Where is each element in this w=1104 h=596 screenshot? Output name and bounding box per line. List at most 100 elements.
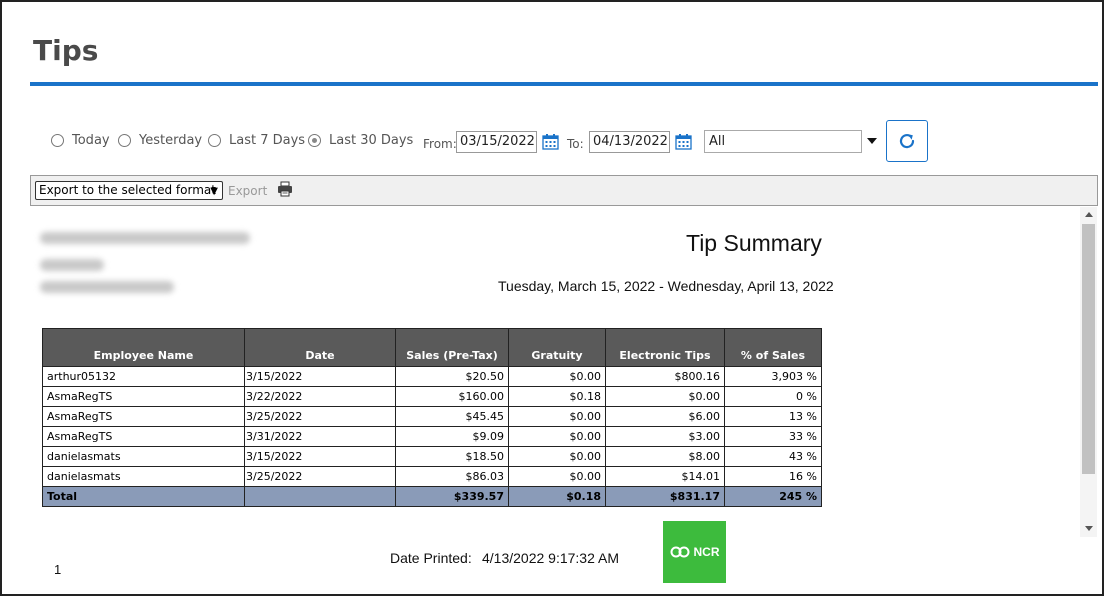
- percent-sales-cell: 0 %: [724, 386, 822, 407]
- gratuity-cell: $0.00: [508, 406, 606, 427]
- gratuity-cell: $0.00: [508, 466, 606, 487]
- calendar-icon[interactable]: [675, 133, 692, 150]
- total-sales-cell: $339.57: [395, 486, 509, 507]
- sales-cell: $45.45: [395, 406, 509, 427]
- chevron-down-icon: ▼: [210, 186, 218, 197]
- table-row: arthur05132 3/15/2022 $20.50 $0.00 $800.…: [42, 366, 822, 387]
- blurred-city-line: [40, 281, 174, 293]
- employee-cell: AsmaRegTS: [42, 406, 245, 427]
- percent-sales-cell: 16 %: [724, 466, 822, 487]
- chevron-down-icon[interactable]: [867, 138, 877, 144]
- refresh-button[interactable]: [886, 120, 928, 162]
- radio-label: Last 30 Days: [329, 133, 414, 148]
- radio-circle[interactable]: [118, 134, 131, 147]
- radio-last-30-days[interactable]: Last 30 Days: [308, 133, 413, 148]
- radio-yesterday[interactable]: Yesterday: [118, 133, 202, 148]
- column-header: Employee Name: [42, 328, 245, 367]
- scroll-up-arrow-icon[interactable]: [1085, 212, 1093, 217]
- calendar-icon[interactable]: [542, 133, 559, 150]
- print-icon[interactable]: [277, 181, 293, 197]
- radio-label: Last 7 Days: [229, 133, 306, 148]
- radio-circle[interactable]: [308, 134, 321, 147]
- column-header: Electronic Tips: [605, 328, 725, 367]
- report-toolbar: Export to the selected format ▼ Export: [30, 175, 1098, 206]
- gratuity-cell: $0.00: [508, 366, 606, 387]
- title-divider: [30, 82, 1098, 86]
- sales-cell: $160.00: [395, 386, 509, 407]
- scrollbar-thumb[interactable]: [1082, 224, 1095, 474]
- vertical-scrollbar[interactable]: [1080, 207, 1097, 537]
- percent-sales-cell: 33 %: [724, 426, 822, 447]
- page-title: Tips: [33, 34, 99, 67]
- radio-last-7-days[interactable]: Last 7 Days: [208, 133, 305, 148]
- total-gratuity-cell: $0.18: [508, 486, 606, 507]
- date-cell: 3/25/2022: [244, 466, 396, 487]
- electronic-tips-cell: $800.16: [605, 366, 725, 387]
- column-header: Gratuity: [508, 328, 606, 367]
- export-format-select[interactable]: Export to the selected format ▼: [35, 181, 223, 200]
- total-date-cell: [244, 486, 396, 507]
- date-cell: 3/15/2022: [244, 366, 396, 387]
- ncr-logo-mark-icon: [670, 546, 689, 558]
- table-row: danielasmats 3/15/2022 $18.50 $0.00 $8.0…: [42, 446, 822, 467]
- date-printed-value: 4/13/2022 9:17:32 AM: [482, 550, 619, 566]
- table-row: danielasmats 3/25/2022 $86.03 $0.00 $14.…: [42, 466, 822, 487]
- from-label: From:: [423, 137, 457, 151]
- table-header-row: Employee Name Date Sales (Pre-Tax) Gratu…: [42, 328, 822, 367]
- gratuity-cell: $0.00: [508, 426, 606, 447]
- ncr-logo-text: NCR: [693, 545, 720, 559]
- date-cell: 3/31/2022: [244, 426, 396, 447]
- radio-label: Yesterday: [139, 133, 203, 148]
- from-date-input[interactable]: 03/15/2022: [456, 131, 537, 153]
- export-format-value: Export to the selected format: [39, 183, 216, 197]
- scroll-down-arrow-icon[interactable]: [1085, 526, 1093, 531]
- blurred-address-line: [40, 259, 104, 271]
- electronic-tips-cell: $8.00: [605, 446, 725, 467]
- total-electronic-tips-cell: $831.17: [605, 486, 725, 507]
- to-date-input[interactable]: 04/13/2022: [589, 131, 670, 153]
- table-row: AsmaRegTS 3/22/2022 $160.00 $0.18 $0.00 …: [42, 386, 822, 407]
- percent-sales-cell: 13 %: [724, 406, 822, 427]
- employee-cell: AsmaRegTS: [42, 426, 245, 447]
- table-row: AsmaRegTS 3/25/2022 $45.45 $0.00 $6.00 1…: [42, 406, 822, 427]
- to-label: To:: [567, 137, 584, 151]
- electronic-tips-cell: $6.00: [605, 406, 725, 427]
- export-link[interactable]: Export: [228, 184, 267, 198]
- column-header: Date: [244, 328, 396, 367]
- sales-cell: $18.50: [395, 446, 509, 467]
- gratuity-cell: $0.00: [508, 446, 606, 467]
- filter-select[interactable]: All: [704, 130, 862, 153]
- electronic-tips-cell: $14.01: [605, 466, 725, 487]
- employee-cell: danielasmats: [42, 466, 245, 487]
- radio-circle[interactable]: [51, 134, 64, 147]
- percent-sales-cell: 43 %: [724, 446, 822, 467]
- page-number: 1: [54, 562, 62, 577]
- electronic-tips-cell: $0.00: [605, 386, 725, 407]
- electronic-tips-cell: $3.00: [605, 426, 725, 447]
- ncr-logo: NCR: [663, 521, 726, 583]
- total-row: Total $339.57 $0.18 $831.17 245 %: [42, 486, 822, 507]
- percent-sales-cell: 3,903 %: [724, 366, 822, 387]
- employee-cell: arthur05132: [42, 366, 245, 387]
- date-cell: 3/22/2022: [244, 386, 396, 407]
- date-cell: 3/15/2022: [244, 446, 396, 467]
- employee-cell: danielasmats: [42, 446, 245, 467]
- column-header: % of Sales: [724, 328, 822, 367]
- total-label-cell: Total: [42, 486, 245, 507]
- sales-cell: $9.09: [395, 426, 509, 447]
- report-date-range: Tuesday, March 15, 2022 - Wednesday, Apr…: [498, 278, 834, 294]
- radio-today[interactable]: Today: [51, 133, 110, 148]
- date-printed-label: Date Printed:: [390, 550, 472, 566]
- table-row: AsmaRegTS 3/31/2022 $9.09 $0.00 $3.00 33…: [42, 426, 822, 447]
- radio-circle[interactable]: [208, 134, 221, 147]
- sales-cell: $20.50: [395, 366, 509, 387]
- date-cell: 3/25/2022: [244, 406, 396, 427]
- employee-cell: AsmaRegTS: [42, 386, 245, 407]
- sales-cell: $86.03: [395, 466, 509, 487]
- refresh-icon: [899, 133, 915, 149]
- report-title: Tip Summary: [686, 230, 822, 256]
- total-percent-sales-cell: 245 %: [724, 486, 822, 507]
- blurred-store-name: [40, 232, 250, 244]
- gratuity-cell: $0.18: [508, 386, 606, 407]
- tips-table: Employee Name Date Sales (Pre-Tax) Gratu…: [42, 328, 822, 507]
